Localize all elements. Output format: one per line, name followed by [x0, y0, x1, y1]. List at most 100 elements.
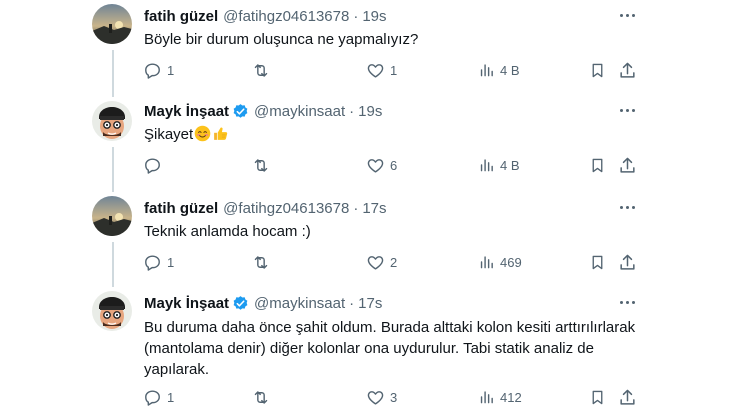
bookmark-icon: [592, 390, 603, 404]
bookmark-icon: [592, 255, 603, 269]
like-button[interactable]: 3: [366, 387, 397, 407]
sunset-landscape-avatar-icon: [92, 4, 132, 44]
reply-icon: [145, 389, 160, 406]
views-count: 469: [500, 254, 522, 270]
bookmark-button[interactable]: [589, 60, 606, 80]
avatar[interactable]: [92, 4, 132, 44]
like-button[interactable]: 1: [366, 60, 397, 80]
separator-dot: ·: [353, 199, 359, 217]
tweet[interactable]: fatih güzel @fatihgz04613678 · 17s Tekni…: [0, 190, 730, 285]
cartoon-builder-avatar-icon: [92, 291, 132, 331]
reply-icon: [145, 62, 160, 79]
like-icon: [367, 390, 384, 405]
avatar[interactable]: [92, 196, 132, 236]
author-handle[interactable]: @fatihgz04613678: [223, 200, 349, 217]
like-button[interactable]: 6: [366, 155, 397, 175]
conversation-thread: fatih güzel @fatihgz04613678 · 19s Böyle…: [0, 0, 730, 420]
like-count: 3: [390, 389, 398, 405]
views-button[interactable]: 4 B: [478, 155, 520, 175]
timestamp[interactable]: 19s: [358, 103, 382, 120]
retweet-button[interactable]: [251, 60, 276, 80]
share-button[interactable]: [618, 387, 637, 407]
tweet-text: Böyle bir durum oluşunca ne yapmalıyız?: [144, 31, 419, 48]
like-button[interactable]: 2: [366, 252, 397, 272]
retweet-icon: [254, 63, 268, 77]
like-icon: [367, 255, 384, 270]
views-icon: [480, 391, 493, 404]
action-bar: 6 4 B: [0, 155, 730, 175]
author-handle[interactable]: @fatihgz04613678: [223, 8, 349, 25]
tweet-header: fatih güzel @fatihgz04613678 · 19s: [144, 6, 387, 26]
share-icon: [620, 157, 635, 173]
author-name[interactable]: fatih güzel: [144, 200, 218, 217]
views-button[interactable]: 469: [478, 252, 522, 272]
author-name[interactable]: Mayk İnşaat: [144, 295, 229, 312]
retweet-icon: [254, 158, 268, 172]
more-icon[interactable]: [616, 200, 638, 214]
bookmark-button[interactable]: [589, 155, 606, 175]
action-bar: 1 1 4 B: [0, 60, 730, 80]
tweet-header: fatih güzel @fatihgz04613678 · 17s: [144, 198, 387, 218]
tweet[interactable]: Mayk İnşaat @maykinsaat · 17s Bu duruma …: [0, 285, 730, 420]
tweet-text: Bu duruma daha önce şahit oldum. Burada …: [144, 319, 636, 378]
share-button[interactable]: [618, 252, 637, 272]
reply-button[interactable]: 1: [143, 60, 174, 80]
timestamp[interactable]: 17s: [362, 200, 386, 217]
tweet[interactable]: fatih güzel @fatihgz04613678 · 19s Böyle…: [0, 0, 730, 95]
share-icon: [620, 389, 635, 405]
views-icon: [480, 256, 493, 269]
bookmark-button[interactable]: [589, 387, 606, 407]
tweet-header: Mayk İnşaat @maykinsaat · 17s: [144, 293, 382, 313]
retweet-button[interactable]: [251, 387, 276, 407]
reply-button[interactable]: 1: [143, 252, 174, 272]
share-button[interactable]: [618, 155, 637, 175]
share-icon: [620, 254, 635, 270]
like-icon: [367, 63, 384, 78]
retweet-button[interactable]: [251, 155, 276, 175]
action-bar: 1 3 412: [0, 387, 730, 407]
views-button[interactable]: 4 B: [478, 60, 520, 80]
views-icon: [480, 64, 493, 77]
like-count: 6: [390, 157, 398, 173]
smiling-face-emoji: [194, 125, 211, 142]
reply-button[interactable]: 1: [143, 387, 174, 407]
tweet-text: Şikayet: [144, 126, 194, 143]
like-count: 1: [390, 62, 398, 78]
reply-icon: [145, 157, 160, 174]
author-handle[interactable]: @maykinsaat: [254, 103, 345, 120]
like-count: 2: [390, 254, 398, 270]
avatar[interactable]: [92, 101, 132, 141]
avatar[interactable]: [92, 291, 132, 331]
reply-button[interactable]: [143, 155, 167, 175]
share-button[interactable]: [618, 60, 637, 80]
sunset-landscape-avatar-icon: [92, 196, 132, 236]
views-count: 4 B: [500, 157, 520, 173]
reply-count: 1: [167, 254, 175, 270]
retweet-button[interactable]: [251, 252, 276, 272]
tweet-text: Teknik anlamda hocam :): [144, 223, 311, 240]
timestamp[interactable]: 17s: [358, 295, 382, 312]
tweet[interactable]: Mayk İnşaat @maykinsaat · 19s Şikayet 6: [0, 95, 730, 190]
bookmark-button[interactable]: [589, 252, 606, 272]
views-count: 412: [500, 389, 522, 405]
bookmark-icon: [592, 63, 603, 77]
views-count: 4 B: [500, 62, 520, 78]
timestamp[interactable]: 19s: [362, 8, 386, 25]
thumbs-up-emoji: [214, 127, 228, 140]
like-icon: [367, 158, 384, 173]
author-name[interactable]: fatih güzel: [144, 8, 218, 25]
more-icon[interactable]: [616, 103, 638, 117]
tweet-header: Mayk İnşaat @maykinsaat · 19s: [144, 101, 382, 121]
action-bar: 1 2 469: [0, 252, 730, 272]
more-icon[interactable]: [616, 295, 638, 309]
author-handle[interactable]: @maykinsaat: [254, 295, 345, 312]
cartoon-builder-avatar-icon: [92, 101, 132, 141]
more-icon[interactable]: [616, 8, 638, 22]
views-button[interactable]: 412: [478, 387, 522, 407]
reply-icon: [145, 254, 160, 271]
bookmark-icon: [592, 158, 603, 172]
separator-dot: ·: [349, 102, 355, 120]
separator-dot: ·: [349, 294, 355, 312]
author-name[interactable]: Mayk İnşaat: [144, 103, 229, 120]
views-icon: [480, 159, 493, 172]
